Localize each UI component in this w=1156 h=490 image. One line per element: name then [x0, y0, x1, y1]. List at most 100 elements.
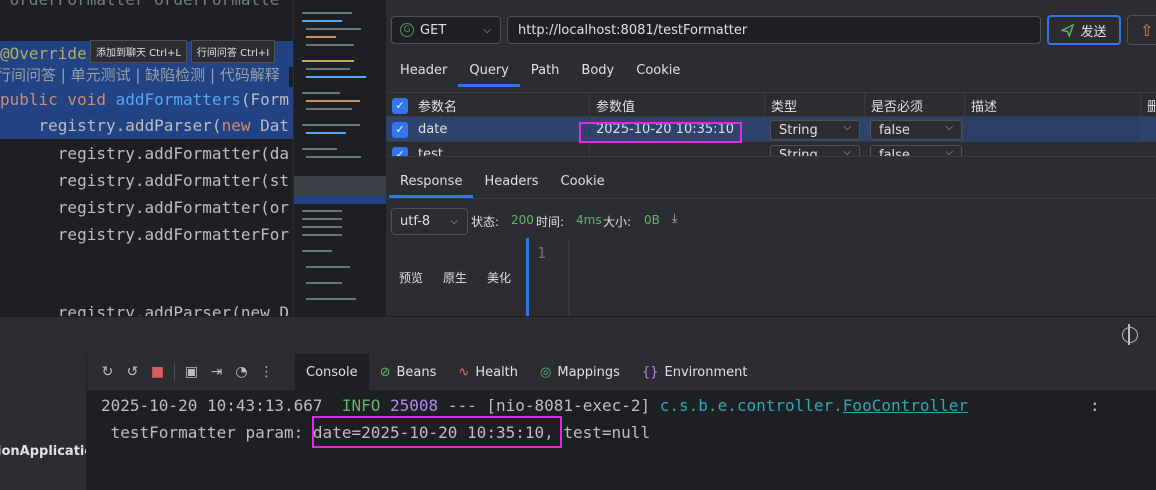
method-select[interactable]: G GET ⌵ — [391, 16, 501, 44]
code-line-addparser: registry.addParser(new Dat — [0, 113, 293, 139]
tab-label: Console — [306, 364, 358, 380]
url-input[interactable]: http://localhost:8081/testFormatter — [507, 16, 1041, 44]
tab-headers[interactable]: Headers — [473, 174, 549, 189]
export-button[interactable]: ⇧ — [1127, 15, 1156, 45]
tab-environment[interactable]: {} Environment — [631, 354, 759, 390]
code-minimap[interactable] — [293, 0, 386, 316]
column-header: 参数值 — [589, 93, 764, 118]
type-select[interactable]: String ⌵ — [770, 120, 860, 140]
size-value: 0B — [644, 213, 660, 227]
application-name[interactable]: ionApplication — [0, 444, 86, 459]
stop-icon[interactable]: ■ — [145, 364, 170, 380]
inline-qa-tooltip[interactable]: 行间问答 Ctrl+I — [190, 40, 276, 63]
tab-cookie[interactable]: Cookie — [625, 63, 691, 78]
tab-label: Environment — [664, 364, 748, 380]
required-select[interactable]: false ⌵ — [870, 120, 962, 140]
tab-query[interactable]: Query — [458, 63, 520, 87]
log-line: 2025-10-20 10:43:13.667 INFO 25008 --- [… — [101, 396, 968, 415]
row-checkbox[interactable]: ✓ — [386, 117, 412, 142]
add-to-chat-tooltip[interactable]: 添加到聊天 Ctrl+L — [90, 40, 187, 63]
highlight-box — [579, 122, 742, 143]
console-output[interactable]: 2025-10-20 10:43:13.667 INFO 25008 --- [… — [87, 390, 1156, 490]
log-thread: [nio-8081-exec-2] — [486, 396, 651, 415]
tab-preview[interactable]: 预览 — [386, 269, 430, 286]
tab-response-cookie[interactable]: Cookie — [550, 174, 616, 189]
time-value: 4ms — [576, 213, 602, 227]
param-name[interactable]: date — [412, 117, 590, 142]
api-request-panel: G GET ⌵ http://localhost:8081/testFormat… — [386, 0, 1156, 316]
column-header: 是否必须 — [864, 93, 964, 118]
select-all-checkbox[interactable]: ✓ — [386, 93, 412, 118]
response-tabs: Response Headers Cookie — [389, 174, 616, 198]
tool-window-header — [0, 316, 1156, 354]
tab-label: Beans — [396, 364, 437, 380]
query-params-table: ✓ 参数名 参数值 类型 是否必须 描述 删 ✓ date 2025-10-20… — [386, 92, 1156, 156]
required-value: false — [879, 122, 910, 138]
code-line: registry.addParser(new D — [0, 303, 289, 316]
param-name[interactable]: test — [412, 142, 590, 156]
tab-health[interactable]: ∿ Health — [447, 354, 529, 390]
chevron-down-icon: ⌵ — [945, 147, 953, 156]
log-logger-class-link[interactable]: FooController — [843, 396, 968, 415]
send-label: 发送 — [1080, 24, 1107, 40]
environment-icon: {} — [641, 364, 659, 380]
code-line: orderFormatter orderFormatte — [0, 0, 280, 13]
more-options-icon[interactable]: ⋮ — [254, 364, 279, 380]
log-level: INFO — [341, 396, 381, 415]
tab-raw[interactable]: 原生 — [430, 269, 474, 286]
rerun-icon[interactable]: ↻ — [95, 364, 120, 380]
tab-response[interactable]: Response — [389, 174, 474, 198]
camera-icon[interactable]: ▣ — [179, 364, 204, 380]
type-value: String — [779, 122, 818, 138]
param-value[interactable] — [589, 142, 764, 156]
tab-header[interactable]: Header — [389, 63, 458, 78]
view-tabs: 预览 原生 美化 — [386, 238, 526, 316]
tab-label: Mappings — [557, 364, 620, 380]
tab-body[interactable]: Body — [570, 63, 625, 78]
column-header: 描述 — [964, 93, 1140, 118]
response-body: 预览 原生 美化 1 — [386, 238, 1156, 316]
chevron-down-icon: ⌵ — [483, 24, 491, 36]
services-tree[interactable]: ionApplication — [0, 354, 87, 490]
download-icon[interactable]: ⤓ — [672, 211, 677, 226]
health-icon: ∿ — [458, 364, 470, 380]
tab-mappings[interactable]: ◎ Mappings — [529, 354, 631, 390]
send-button[interactable]: 发送 — [1047, 15, 1121, 45]
inline-ai-actions[interactable]: 行间问答 | 单元测试 | 缺陷检测 | 代码解释 — [0, 62, 289, 88]
profiler-icon[interactable]: ◔ — [229, 364, 254, 380]
column-header: 参数名 — [418, 100, 458, 115]
row-checkbox[interactable]: ✓ — [386, 142, 412, 156]
tab-beans[interactable]: ⊘ Beans — [369, 354, 448, 390]
tab-console[interactable]: Console — [295, 354, 369, 390]
tab-pretty[interactable]: 美化 — [474, 269, 518, 286]
dump-threads-icon[interactable]: ⇥ — [204, 364, 229, 380]
log-separator: --- — [447, 396, 477, 415]
beans-icon: ⊘ — [379, 364, 391, 380]
table-row[interactable]: ✓ test String ⌵ false ⌵ — [386, 142, 1156, 156]
type-select[interactable]: String ⌵ — [770, 145, 860, 156]
chevron-down-icon: ⌵ — [843, 147, 851, 156]
table-row[interactable]: ✓ date 2025-10-20 10:35:10 String ⌵ false… — [386, 117, 1156, 142]
log-timestamp: 2025-10-20 10:43:13.667 — [101, 396, 323, 415]
param-description[interactable] — [964, 117, 1140, 142]
code-editor[interactable]: orderFormatter orderFormatte @Override 行… — [0, 0, 293, 316]
method-value: GET — [420, 22, 447, 38]
line-number: 1 — [537, 244, 547, 262]
tab-path[interactable]: Path — [520, 63, 571, 78]
restart-icon[interactable]: ↺ — [120, 364, 145, 380]
log-colon: : — [1090, 396, 1100, 415]
size-label: 大小: — [603, 215, 632, 229]
status-label: 状态: — [471, 215, 500, 229]
encoding-select[interactable]: utf-8 ⌵ — [391, 208, 468, 235]
code-line: registry.addFormatterFor — [0, 225, 289, 244]
editor-tooltips: 添加到聊天 Ctrl+L 行间问答 Ctrl+I — [90, 40, 276, 63]
locate-target-icon[interactable] — [1122, 324, 1138, 345]
response-status-bar: utf-8 ⌵ 状态: 200 时间: 4ms 大小: 0B ⤓ — [386, 198, 1156, 238]
code-line: registry.addFormatter(da — [0, 144, 289, 163]
column-header: 删 — [1140, 93, 1156, 118]
highlight-box — [312, 416, 562, 448]
log-message-prefix: testFormatter param: — [101, 423, 313, 442]
required-select[interactable]: false ⌵ — [870, 145, 962, 156]
line-numbers: 1 — [529, 238, 569, 316]
chevron-down-icon: ⌵ — [843, 122, 851, 133]
